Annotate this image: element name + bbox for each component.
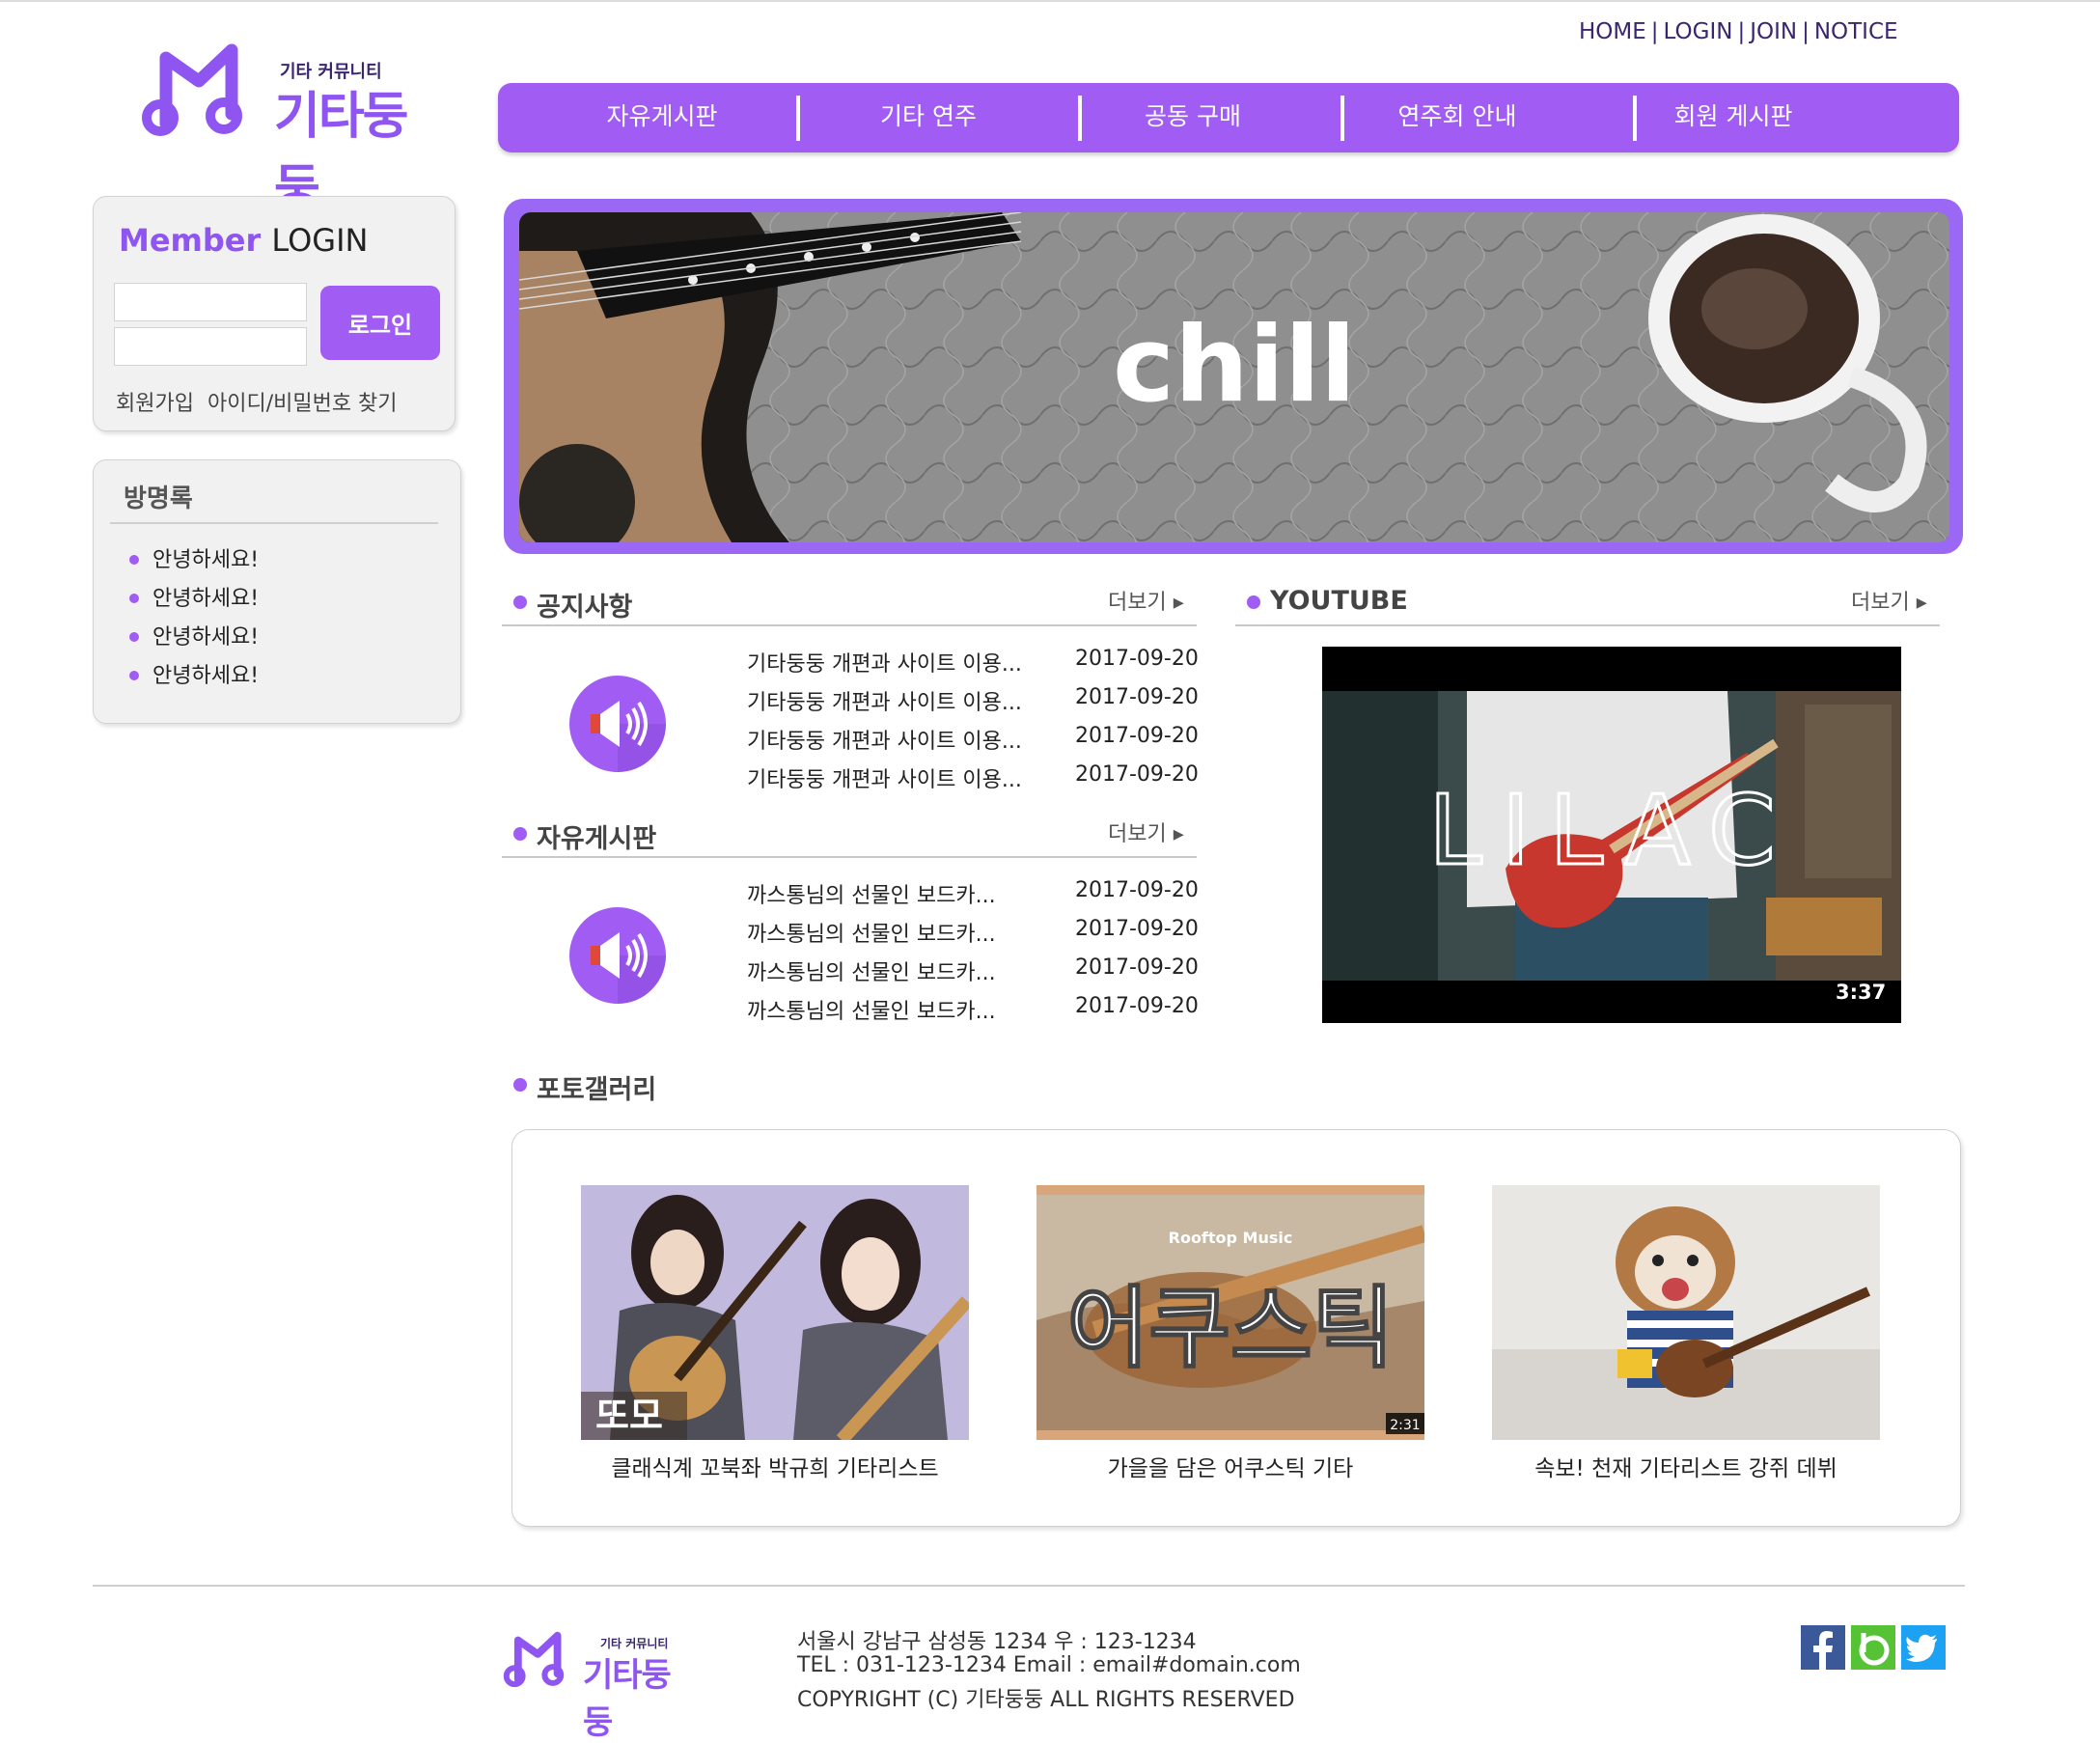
youtube-title: YOUTUBE	[1270, 586, 1408, 616]
login-title-rest: LOGIN	[271, 222, 369, 259]
speaker-icon	[569, 907, 666, 1004]
guestbook-title: 방명록	[124, 484, 193, 513]
nav-item-concert-info[interactable]: 연주회 안내	[1332, 83, 1583, 152]
notice-title: 공지사항	[537, 593, 633, 622]
footer-logo[interactable]: 기타 커뮤니티 기타둥둥	[502, 1625, 695, 1742]
nav-item-guitar-play[interactable]: 기타 연주	[803, 83, 1054, 152]
link-separator: |	[1650, 19, 1659, 44]
facebook-icon[interactable]	[1801, 1625, 1845, 1670]
free-board-post-title[interactable]: 까스통님의 선물인 보드카...	[747, 917, 996, 948]
login-title: Member LOGIN	[119, 222, 368, 259]
section-dot-icon	[513, 827, 527, 841]
user-id-input[interactable]	[114, 283, 307, 321]
free-board-divider	[502, 856, 1197, 858]
login-links: 회원가입 아이디/비밀번호 찾기	[116, 386, 398, 417]
youtube-video-text: LILAC	[1428, 774, 1795, 887]
youtube-video-thumbnail[interactable]: LILAC	[1322, 647, 1901, 1023]
site-logo[interactable]: 기타 커뮤니티 기타둥둥	[139, 39, 419, 218]
find-account-link[interactable]: 아이디/비밀번호 찾기	[207, 392, 398, 416]
gallery-overlay-small-text: Rooftop Music	[1169, 1229, 1293, 1247]
guestbook-item[interactable]: 안녕하세요!	[152, 542, 259, 573]
login-title-accent: Member	[119, 222, 262, 259]
notice-post-date: 2017-09-20	[1075, 762, 1199, 787]
nav-item-free-board[interactable]: 자유게시판	[537, 83, 788, 152]
music-note-logo-icon	[503, 1631, 565, 1688]
gallery-caption[interactable]: 가을을 담은 어쿠스틱 기타	[1036, 1450, 1424, 1482]
banner-text: chill	[1113, 305, 1356, 426]
guestbook-item[interactable]: 안녕하세요!	[152, 620, 259, 650]
home-link[interactable]: HOME	[1579, 19, 1646, 44]
free-board-title: 자유게시판	[537, 824, 657, 854]
gallery-caption[interactable]: 속보! 천재 기타리스트 강쥐 데뷔	[1492, 1450, 1880, 1482]
password-input[interactable]	[114, 327, 307, 366]
notice-link[interactable]: NOTICE	[1814, 19, 1898, 44]
login-button[interactable]: 로그인	[320, 286, 440, 360]
footer-contact: TEL : 031-123-1234 Email : email#domain.…	[797, 1653, 1301, 1677]
nav-item-group-buy[interactable]: 공동 구매	[1067, 83, 1318, 152]
gallery-caption[interactable]: 클래식계 꼬북좌 박규희 기타리스트	[581, 1450, 969, 1482]
link-separator: |	[1737, 19, 1746, 44]
gallery-overlay-text: 어쿠스틱	[1067, 1277, 1395, 1380]
gallery-thumbnail[interactable]: Rooftop Music 어쿠스틱 2:31	[1036, 1185, 1424, 1440]
notice-post-date: 2017-09-20	[1075, 647, 1199, 671]
gallery-title: 포토갤러리	[537, 1075, 657, 1105]
login-link[interactable]: LOGIN	[1664, 19, 1733, 44]
notice-post-title[interactable]: 기타둥둥 개편과 사이트 이용...	[747, 685, 1022, 716]
link-separator: |	[1802, 19, 1810, 44]
gallery-thumbnail[interactable]: 또모	[581, 1185, 969, 1440]
bullet-icon	[129, 594, 139, 603]
notice-post-title[interactable]: 기타둥둥 개편과 사이트 이용...	[747, 647, 1022, 678]
top-divider	[0, 0, 2100, 2]
gallery-overlay-text: 또모	[595, 1395, 663, 1437]
youtube-divider	[1235, 624, 1940, 626]
free-board-post-title[interactable]: 까스통님의 선물인 보드카...	[747, 955, 996, 986]
free-board-post-date: 2017-09-20	[1075, 955, 1199, 980]
notice-post-date: 2017-09-20	[1075, 724, 1199, 748]
notice-post-date: 2017-09-20	[1075, 685, 1199, 709]
gallery-duration: 2:31	[1390, 1418, 1420, 1433]
band-icon[interactable]	[1851, 1625, 1895, 1670]
footer-divider	[93, 1585, 1965, 1587]
guestbook-item[interactable]: 안녕하세요!	[152, 658, 259, 689]
youtube-duration: 3:37	[1836, 981, 1887, 1004]
notice-divider	[502, 624, 1197, 626]
speaker-icon	[569, 676, 666, 772]
free-board-post-date: 2017-09-20	[1075, 917, 1199, 941]
nav-divider	[796, 96, 800, 141]
music-note-logo-icon	[142, 43, 242, 136]
guestbook-item[interactable]: 안녕하세요!	[152, 581, 259, 612]
bullet-icon	[129, 632, 139, 642]
twitter-icon[interactable]	[1901, 1625, 1946, 1670]
notice-more-link[interactable]: 더보기 ▸	[1108, 585, 1184, 616]
top-links: HOME | LOGIN | JOIN | NOTICE	[1579, 19, 1898, 44]
footer-logo-name: 기타둥둥	[583, 1656, 672, 1742]
notice-post-title[interactable]: 기타둥둥 개편과 사이트 이용...	[747, 762, 1022, 793]
free-board-post-date: 2017-09-20	[1075, 878, 1199, 902]
free-board-post-title[interactable]: 까스통님의 선물인 보드카...	[747, 878, 996, 909]
signup-link[interactable]: 회원가입	[116, 392, 194, 416]
section-dot-icon	[1247, 595, 1260, 609]
footer-address: 서울시 강남구 삼성동 1234 우 : 123-1234	[797, 1630, 1197, 1654]
gallery-thumbnail[interactable]	[1492, 1185, 1880, 1440]
bullet-icon	[129, 555, 139, 565]
main-banner-image: chill	[519, 212, 1949, 542]
free-board-more-link[interactable]: 더보기 ▸	[1108, 816, 1184, 847]
free-board-post-title[interactable]: 까스통님의 선물인 보드카...	[747, 994, 996, 1025]
join-link[interactable]: JOIN	[1750, 19, 1797, 44]
main-nav: 자유게시판 기타 연주 공동 구매 연주회 안내 회원 게시판	[498, 83, 1959, 152]
youtube-more-link[interactable]: 더보기 ▸	[1851, 585, 1927, 616]
footer-copyright: COPYRIGHT (C) 기타둥둥 ALL RIGHTS RESERVED	[797, 1688, 1295, 1712]
free-board-post-date: 2017-09-20	[1075, 994, 1199, 1018]
bullet-icon	[129, 671, 139, 680]
guestbook-divider	[110, 522, 438, 524]
nav-item-member-board[interactable]: 회원 게시판	[1608, 83, 1859, 152]
section-dot-icon	[513, 595, 527, 609]
section-dot-icon	[513, 1078, 527, 1092]
notice-post-title[interactable]: 기타둥둥 개편과 사이트 이용...	[747, 724, 1022, 755]
